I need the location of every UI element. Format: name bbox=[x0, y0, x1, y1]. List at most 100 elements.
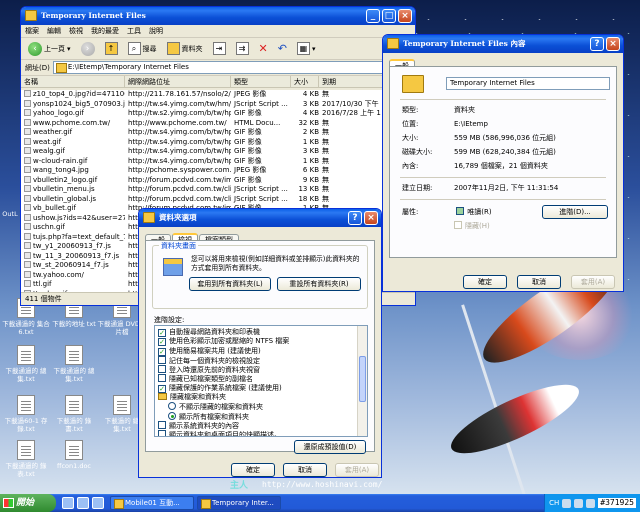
advanced-option[interactable]: 隱藏已知檔案類型的副檔名 bbox=[158, 374, 355, 383]
advanced-option[interactable]: 登入時還原先前的資料夾視窗 bbox=[158, 365, 355, 374]
file-type-icon bbox=[24, 242, 31, 249]
maximize-button[interactable]: □ bbox=[382, 9, 396, 23]
file-type-icon bbox=[24, 261, 31, 268]
advanced-button[interactable]: 進階(D)... bbox=[542, 205, 608, 219]
ok-button[interactable]: 確定 bbox=[463, 275, 507, 289]
hidden-checkbox[interactable]: 隱藏(H) bbox=[454, 221, 490, 231]
desktop-icon[interactable]: 下載過的 錄書.txt bbox=[48, 395, 100, 433]
checkbox-icon: ✓ bbox=[158, 347, 166, 356]
ok-button[interactable]: 確定 bbox=[231, 463, 275, 477]
file-row[interactable]: weat.gifhttp://tw.s4.yimg.com/b/tw/hp/hp… bbox=[21, 137, 415, 148]
advanced-option[interactable]: ✓ 使用簡易檔案共用 (建議使用) bbox=[158, 347, 355, 356]
file-row[interactable]: yahoo_logo.gif http://tw.s2.yimg.com/b/tw… bbox=[21, 109, 415, 119]
desktop-icon[interactable]: 下載通過的 錄表.txt bbox=[0, 440, 52, 478]
menu-file[interactable]: 檔案 bbox=[25, 25, 39, 37]
antivirus-icon[interactable] bbox=[586, 498, 596, 508]
apply-button[interactable]: 套用(A) bbox=[335, 463, 379, 477]
copy-to-button[interactable]: ⇉ bbox=[233, 40, 252, 58]
up-folder-button[interactable]: ↑ bbox=[102, 40, 121, 58]
file-cell-url: http://forum.pcdvd.com.tw/imag... bbox=[128, 175, 231, 184]
file-row[interactable]: vbulletin_menu.js http://forum.pcdvd.com.… bbox=[21, 185, 415, 195]
col-name[interactable]: 名稱 bbox=[21, 76, 125, 87]
apply-to-all-folders-button[interactable]: 套用到所有資料夾(L) bbox=[189, 277, 271, 291]
language-indicator[interactable]: CH bbox=[549, 499, 559, 507]
col-url[interactable]: 網際網路位址 bbox=[125, 76, 231, 87]
folder-options-icon bbox=[143, 212, 155, 223]
desktop-icon[interactable]: 下載通過的 總集.txt bbox=[0, 345, 52, 383]
advanced-option[interactable]: 隱藏檔案和資料夾 bbox=[158, 393, 355, 402]
cancel-button[interactable]: 取消 bbox=[517, 275, 561, 289]
advanced-option[interactable]: 不顯示隱藏的檔案和資料夾 bbox=[158, 402, 355, 411]
delete-button[interactable]: ✕ bbox=[256, 40, 271, 58]
checkbox-icon bbox=[158, 430, 166, 436]
file-row[interactable]: vbulletin_global.js http://forum.pcdvd.co… bbox=[21, 194, 415, 205]
back-button[interactable]: ‹ 上一頁 ▾ bbox=[25, 40, 74, 58]
file-cell-size: 18 KB bbox=[298, 194, 319, 203]
address-input[interactable]: E:\IEtemp\Temporary Internet Files bbox=[52, 61, 415, 74]
move-to-button[interactable]: ⇥ bbox=[210, 40, 229, 58]
file-cell-url: http://tw.s4.yimg.com/b/tw/hp/hp... bbox=[128, 156, 231, 165]
desktop-icon[interactable]: 下載通過的 總集.txt bbox=[48, 345, 100, 383]
file-row[interactable]: wang_tong4.jpg http://pchome.syspower.com… bbox=[21, 166, 415, 176]
desktop-icon[interactable]: OutL bbox=[0, 210, 20, 218]
file-type-icon bbox=[24, 280, 31, 287]
radio-icon bbox=[168, 411, 176, 420]
desktop-icon[interactable]: ffcon1.doc bbox=[48, 440, 100, 470]
close-button[interactable]: × bbox=[398, 9, 412, 23]
advanced-option[interactable]: ✓ 隱藏保護的作業系統檔案 (建議使用) bbox=[158, 384, 355, 393]
network-icon[interactable] bbox=[562, 498, 572, 508]
advanced-option[interactable]: 記住每一個資料夾的檢視設定 bbox=[158, 355, 355, 365]
menu-edit[interactable]: 編輯 bbox=[47, 25, 61, 37]
file-row[interactable]: z10_top4_0.jpg?id=47110617...http://211.… bbox=[21, 90, 415, 100]
quick-launch-desktop-icon[interactable] bbox=[77, 497, 89, 509]
restore-defaults-button[interactable]: 還原成預設值(D) bbox=[294, 440, 366, 454]
help-button[interactable]: ? bbox=[348, 211, 362, 225]
advanced-settings-label: 進階設定: bbox=[154, 316, 185, 324]
menu-help[interactable]: 說明 bbox=[149, 25, 163, 37]
col-type[interactable]: 類型 bbox=[231, 76, 291, 87]
advanced-option[interactable]: ✓ 使用色彩顯示加密或壓縮的 NTFS 檔案 bbox=[158, 337, 355, 347]
menu-tools[interactable]: 工具 bbox=[127, 25, 141, 37]
properties-titlebar[interactable]: Temporary Internet Files 內容 ? × bbox=[383, 35, 623, 53]
folder-options-titlebar[interactable]: 資料夾選項 ? × bbox=[139, 209, 381, 227]
checkbox-icon bbox=[158, 374, 166, 383]
reset-all-folders-button[interactable]: 重設所有資料夾(R) bbox=[277, 277, 361, 291]
file-row[interactable]: www.pchome.com.tw/http://www.pchome.com.… bbox=[21, 118, 415, 129]
file-row[interactable]: w-cloud-rain.gif http://tw.s4.yimg.com/b/… bbox=[21, 156, 415, 167]
explorer-titlebar[interactable]: Temporary Internet Files _ □ × bbox=[21, 7, 415, 25]
scroll-thumb[interactable] bbox=[359, 356, 366, 402]
menu-favorites[interactable]: 我的最愛 bbox=[91, 25, 119, 37]
desktop-icon[interactable]: 下載過60-1 存錄.txt bbox=[0, 395, 52, 433]
views-button[interactable]: ▦ ▾ bbox=[294, 40, 319, 58]
search-button[interactable]: ⌕ 搜尋 bbox=[125, 40, 160, 58]
folders-button[interactable]: 資料夾 bbox=[164, 40, 206, 58]
quick-launch-ie-icon[interactable] bbox=[62, 497, 74, 509]
advanced-option[interactable]: 顯示系統資料夾的內容 bbox=[158, 420, 355, 430]
advanced-settings-scrollbar[interactable] bbox=[357, 326, 367, 436]
start-button[interactable]: 開始 bbox=[0, 494, 56, 512]
quick-launch-media-icon[interactable] bbox=[92, 497, 104, 509]
close-button[interactable]: × bbox=[606, 37, 620, 51]
forward-button[interactable]: › bbox=[78, 40, 98, 58]
col-size[interactable]: 大小 bbox=[291, 76, 319, 87]
file-row[interactable]: vbulletin2_logo.gif http://forum.pcdvd.co… bbox=[21, 175, 415, 186]
advanced-option[interactable]: ✓ 自動搜尋網路資料夾和印表機 bbox=[158, 328, 355, 337]
file-row[interactable]: yonsp1024_big5_070903.jp http://tw.s4.yim… bbox=[21, 99, 415, 110]
readonly-checkbox[interactable]: 唯讀(R) bbox=[456, 207, 492, 216]
file-row[interactable]: weather.gifhttp://tw.s4.yimg.com/b/tw/hp… bbox=[21, 128, 415, 138]
advanced-option[interactable]: 顯示資料夾和桌面項目的快顯描述。 bbox=[158, 430, 355, 436]
minimize-button[interactable]: _ bbox=[366, 9, 380, 23]
file-row[interactable]: wealg.gifhttp://tw.s4.yimg.com/b/tw/hp/h… bbox=[21, 147, 415, 157]
apply-button[interactable]: 套用(A) bbox=[571, 275, 615, 289]
advanced-option[interactable]: 顯示所有檔案和資料夾 bbox=[158, 411, 355, 421]
folder-icon bbox=[158, 393, 167, 401]
undo-button[interactable]: ↶ bbox=[275, 40, 290, 58]
volume-icon[interactable] bbox=[574, 498, 584, 508]
cancel-button[interactable]: 取消 bbox=[283, 463, 327, 477]
taskbar-item-mobile01[interactable]: Mobile01 互動... bbox=[110, 496, 194, 510]
menu-view[interactable]: 檢視 bbox=[69, 25, 83, 37]
close-button[interactable]: × bbox=[364, 211, 378, 225]
taskbar-item-temp-internet-files[interactable]: Temporary Inter... bbox=[197, 496, 281, 510]
help-button[interactable]: ? bbox=[590, 37, 604, 51]
folder-name-field[interactable]: Temporary Internet Files bbox=[446, 77, 610, 90]
